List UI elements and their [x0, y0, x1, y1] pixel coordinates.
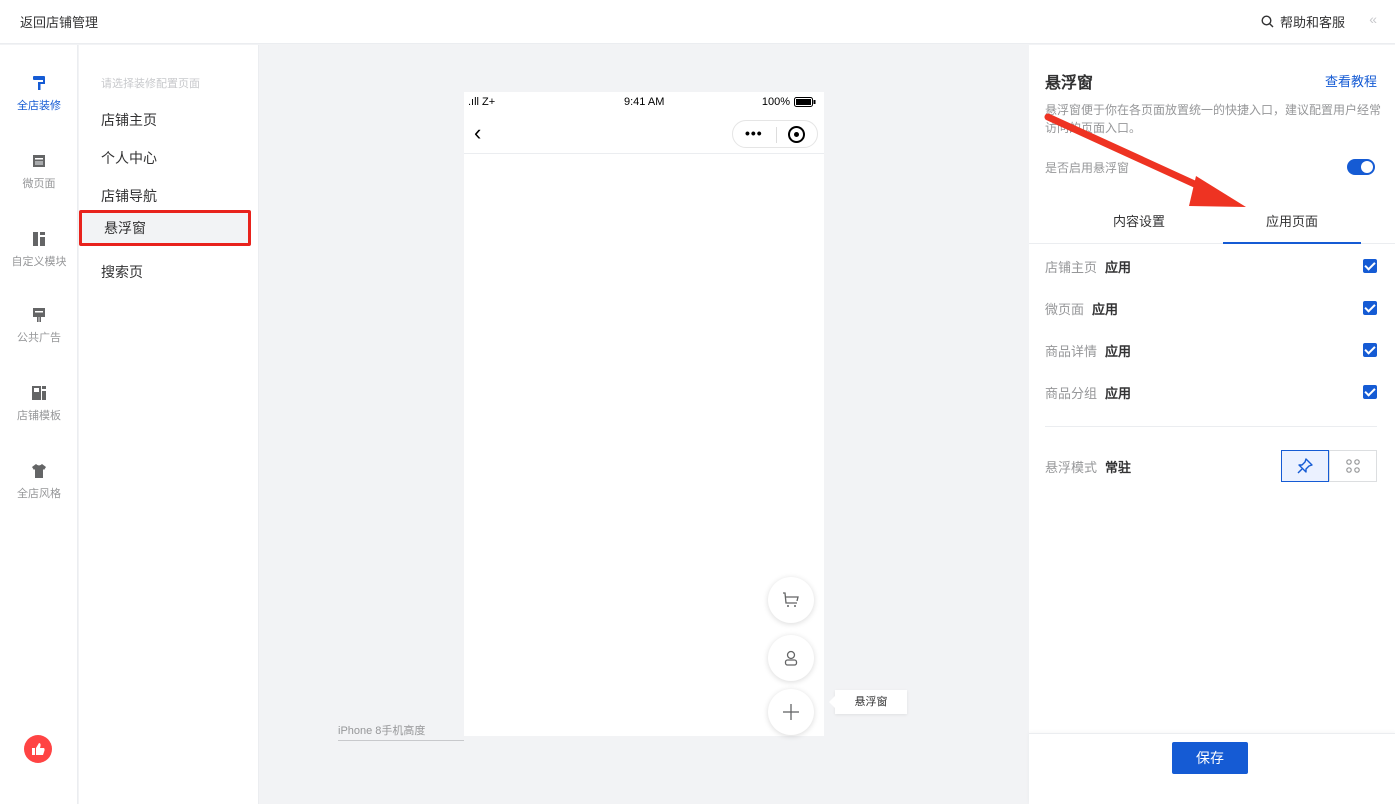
page-item-floating-window[interactable]: 悬浮窗 — [79, 210, 251, 246]
signal-indicator: .ıll Z+ — [468, 96, 496, 108]
rail-label: 店铺模板 — [17, 410, 61, 422]
enable-floating-toggle[interactable] — [1347, 159, 1375, 175]
tshirt-icon — [32, 464, 46, 478]
battery-percent: 100% — [761, 96, 790, 108]
rail-label: 全店装修 — [17, 100, 61, 112]
user-fab[interactable] — [768, 635, 814, 681]
apply-row-page: 微页面 — [1045, 302, 1085, 317]
paint-roller-icon — [33, 76, 45, 90]
plus-icon — [783, 704, 799, 720]
float-mode-label: 悬浮模式 — [1045, 460, 1098, 475]
panel-description: 悬浮窗便于你在各页面放置统一的快捷入口，建议配置用户经常访问的页面入口。 — [1045, 103, 1382, 135]
rail-label: 公共广告 — [17, 332, 61, 344]
apply-checkbox-product-detail[interactable] — [1363, 343, 1377, 357]
tab-content-settings[interactable]: 内容设置 — [1070, 200, 1208, 244]
section-divider — [1045, 426, 1377, 427]
cart-fab[interactable] — [768, 577, 814, 623]
miniprogram-capsule[interactable]: ••• — [732, 120, 818, 148]
user-icon — [784, 650, 798, 666]
battery-icon — [794, 97, 816, 107]
apply-row-page: 商品分组 — [1045, 386, 1098, 401]
apply-checkbox-store-home[interactable] — [1363, 259, 1377, 273]
apply-row-store-home: 店铺主页 应用 — [1045, 257, 1377, 277]
rail-item-store-decoration[interactable]: 全店装修 — [0, 75, 78, 135]
capsule-divider — [776, 127, 777, 143]
feedback-thumbs-up-icon[interactable] — [24, 735, 52, 763]
apply-row-product-detail: 商品详情 应用 — [1045, 341, 1377, 361]
mode-pinned-button[interactable] — [1281, 450, 1329, 482]
rail-item-micro-page[interactable]: 微页面 — [0, 153, 78, 213]
pin-icon — [1297, 458, 1313, 474]
apply-row-value: 应用 — [1092, 302, 1119, 317]
enable-floating-label: 是否启用悬浮窗 — [1045, 161, 1130, 175]
grid-dots-icon — [1346, 459, 1360, 473]
phone-preview: .ıll Z+ 9:41 AM 100% ‹ ••• — [464, 92, 824, 736]
apply-row-value: 应用 — [1105, 260, 1132, 275]
rail-label: 微页面 — [22, 178, 56, 190]
view-tutorial-link[interactable]: 查看教程 — [1325, 71, 1377, 90]
page-item-store-home[interactable]: 店铺主页 — [101, 102, 251, 138]
close-target-icon[interactable] — [788, 126, 805, 143]
tab-apply-pages[interactable]: 应用页面 — [1223, 200, 1361, 244]
page-list: 请选择装修配置页面 店铺主页 个人中心 店铺导航 悬浮窗 搜索页 — [79, 45, 259, 804]
rail-item-store-style[interactable]: 全店风格 — [0, 463, 78, 523]
rail-label: 自定义模块 — [11, 256, 67, 268]
rail-item-custom-module[interactable]: 自定义模块 — [0, 231, 78, 291]
rail-label: 全店风格 — [17, 488, 61, 500]
page-icon — [33, 155, 45, 167]
settings-panel: 悬浮窗 查看教程 悬浮窗便于你在各页面放置统一的快捷入口，建议配置用户经常访问的… — [1029, 45, 1395, 804]
back-arrow-icon[interactable]: ‹ — [474, 120, 481, 146]
back-to-store-link[interactable]: 返回店铺管理 — [20, 12, 98, 31]
page-list-hint: 请选择装修配置页面 — [101, 78, 200, 90]
page-item-personal-center[interactable]: 个人中心 — [101, 140, 251, 176]
apply-row-page: 商品详情 — [1045, 344, 1098, 359]
top-bar: 返回店铺管理 帮助和客服 « — [0, 0, 1395, 44]
mode-grid-button[interactable] — [1329, 450, 1377, 482]
apply-row-value: 应用 — [1105, 344, 1132, 359]
phone-status-bar: .ıll Z+ 9:41 AM 100% — [464, 92, 824, 114]
device-height-line — [338, 740, 464, 741]
page-item-search[interactable]: 搜索页 — [101, 254, 251, 290]
apply-row-micro-page: 微页面 应用 — [1045, 299, 1377, 319]
panel-footer: 保存 — [1029, 733, 1395, 804]
floating-window-tag[interactable]: 悬浮窗 — [829, 690, 907, 714]
collapse-icon[interactable]: « — [1369, 11, 1377, 27]
float-mode-switch — [1281, 450, 1377, 482]
float-mode-value: 常驻 — [1105, 460, 1132, 475]
phone-time: 9:41 AM — [624, 96, 665, 108]
phone-nav-bar: ‹ ••• — [464, 114, 824, 154]
apply-row-page: 店铺主页 — [1045, 260, 1098, 275]
page-item-store-nav[interactable]: 店铺导航 — [101, 178, 251, 214]
decoration-rail: 全店装修 微页面 自定义模块 公共广告 店铺模板 全店风格 — [0, 45, 78, 804]
more-icon[interactable]: ••• — [745, 125, 763, 141]
rail-item-store-template[interactable]: 店铺模板 — [0, 385, 78, 445]
help-button[interactable]: 帮助和客服 — [1261, 12, 1345, 31]
save-button[interactable]: 保存 — [1172, 742, 1248, 774]
apply-checkbox-micro-page[interactable] — [1363, 301, 1377, 315]
apply-checkbox-product-group[interactable] — [1363, 385, 1377, 399]
plus-fab[interactable] — [768, 689, 814, 735]
device-height-label: iPhone 8手机高度 — [338, 725, 426, 737]
rail-item-public-ad[interactable]: 公共广告 — [0, 307, 78, 367]
cart-icon — [783, 592, 799, 607]
apply-row-product-group: 商品分组 应用 — [1045, 383, 1377, 403]
battery-indicator: 100% — [762, 96, 816, 108]
panel-title: 悬浮窗 — [1045, 75, 1094, 92]
settings-tabs: 内容设置 应用页面 — [1029, 200, 1395, 244]
module-icon — [33, 232, 45, 246]
search-icon — [1261, 15, 1274, 28]
help-label: 帮助和客服 — [1279, 15, 1345, 30]
billboard-icon — [33, 308, 45, 322]
template-icon — [32, 386, 46, 400]
thumbs-up-icon — [32, 743, 45, 755]
apply-row-value: 应用 — [1105, 386, 1132, 401]
